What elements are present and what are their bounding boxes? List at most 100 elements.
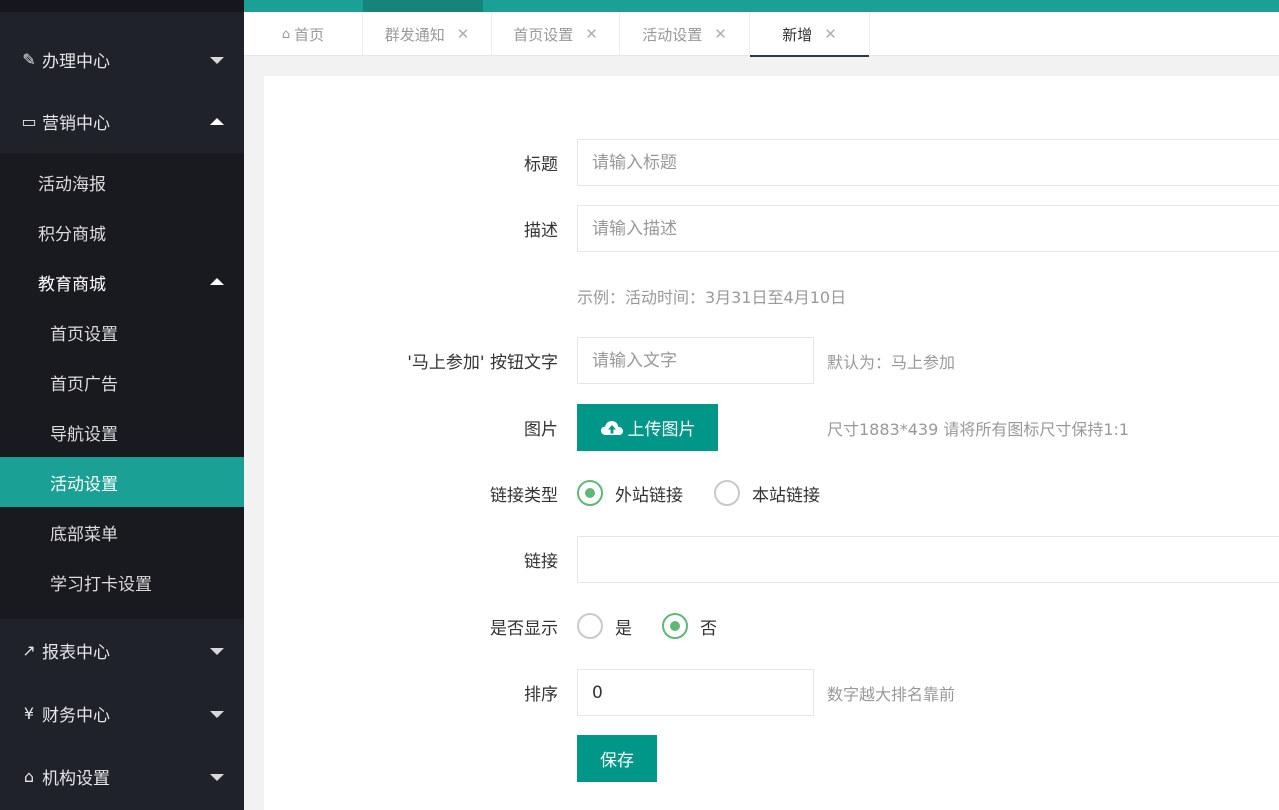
sidebar-group-reports[interactable]: ↗ 报表中心 [0,619,244,682]
sidebar-leaf-nav-settings[interactable]: 导航设置 [0,407,244,457]
form-panel: 标题 描述 示例：活动时间：3月31日至4月10日 '马上参加' 按钮文字 默认… [264,76,1279,810]
top-accent-segment [363,0,483,12]
caret-down-icon [210,710,224,718]
sidebar-item-label: 活动海报 [38,174,106,195]
tab-add-new[interactable]: 新增 ✕ [750,12,870,57]
form-row-show: 是否显示 是 否 [264,611,1279,641]
sort-hint: 数字越大排名靠前 [827,684,956,704]
sidebar-group-finance[interactable]: ¥ 财务中心 [0,682,244,745]
form-row-button-text: '马上参加' 按钮文字 默认为：马上参加 [264,337,1279,384]
form-row-title: 标题 [264,139,1279,186]
radio-checked-icon [662,613,688,639]
title-label: 标题 [524,155,558,175]
radio-unchecked-icon [714,480,740,506]
link-label: 链接 [524,552,558,572]
form-row-desc-example: 示例：活动时间：3月31日至4月10日 [264,281,1279,311]
button-text-hint: 默认为：马上参加 [827,352,956,372]
sidebar-leaf-label: 首页广告 [50,374,118,395]
radio-checked-icon [577,480,603,506]
upload-image-button[interactable]: 上传图片 [577,404,718,451]
radio-external-link[interactable]: 外站链接 [577,480,683,506]
form-row-save: 保存 [264,735,1279,782]
tab-mass-notice[interactable]: 群发通知 ✕ [363,12,492,56]
desc-label: 描述 [524,221,558,241]
link-type-label: 链接类型 [490,485,558,506]
sidebar-leaf-label: 学习打卡设置 [50,574,152,595]
caret-down-icon [210,773,224,781]
sidebar-leaf-label: 活动设置 [50,474,118,495]
tab-bar: ⌂ 首页 群发通知 ✕ 首页设置 ✕ 活动设置 ✕ 新增 ✕ [244,12,1279,57]
caret-up-icon [210,278,224,285]
cloud-upload-icon [600,420,623,435]
sort-input[interactable] [577,669,814,716]
tab-label: 新增 [782,25,813,44]
caret-down-icon [210,56,224,64]
tab-label: 首页设置 [513,25,574,44]
tab-home-settings[interactable]: 首页设置 ✕ [492,12,620,56]
close-icon[interactable]: ✕ [714,25,727,43]
sidebar-leaf-home-settings[interactable]: 首页设置 [0,307,244,357]
form-row-image: 图片 上传图片 尺寸1883*439 请将所有图标尺寸保持1:1 [264,404,1279,451]
tab-label: 首页 [294,25,325,44]
form-row-link-type: 链接类型 外站链接 本站链接 [264,478,1279,508]
button-text-input[interactable] [577,337,814,384]
sidebar: ✎ 办理中心 ▭ 营销中心 活动海报 积分商城 教育商城 首页设置 首页广告 导… [0,0,244,810]
upload-image-label: 上传图片 [627,420,696,440]
sidebar-group-marketing[interactable]: ▭ 营销中心 [0,90,244,153]
save-button[interactable]: 保存 [577,735,657,782]
radio-internal-link[interactable]: 本站链接 [714,480,820,506]
laptop-icon: ▭ [21,112,37,131]
radio-show-yes[interactable]: 是 [577,613,632,639]
title-input[interactable] [577,139,1279,186]
sidebar-leaf-home-ads[interactable]: 首页广告 [0,357,244,407]
sidebar-leaf-activity-settings[interactable]: 活动设置 [0,457,244,507]
sidebar-item-points-mall[interactable]: 积分商城 [0,207,244,257]
close-icon[interactable]: ✕ [457,25,470,43]
sidebar-group-institution[interactable]: ⌂ 机构设置 [0,745,244,808]
show-label: 是否显示 [490,618,558,639]
radio-show-no[interactable]: 否 [662,613,717,639]
sidebar-item-education-mall[interactable]: 教育商城 [0,257,244,307]
sidebar-group-label: 营销中心 [42,114,110,134]
image-label: 图片 [524,420,558,440]
form-row-desc: 描述 [264,205,1279,252]
caret-down-icon [210,647,224,655]
chart-line-icon: ↗ [22,641,36,660]
radio-label: 否 [700,618,717,639]
form-row-link: 链接 [264,536,1279,583]
sidebar-leaf-bottom-menu[interactable]: 底部菜单 [0,507,244,557]
close-icon[interactable]: ✕ [585,25,598,43]
close-icon[interactable]: ✕ [824,25,837,43]
sidebar-item-poster[interactable]: 活动海报 [0,157,244,207]
link-input[interactable] [577,536,1279,583]
sidebar-leaf-label: 底部菜单 [50,524,118,545]
radio-label: 外站链接 [615,485,683,506]
tab-label: 活动设置 [642,25,703,44]
sidebar-item-label: 教育商城 [38,274,106,295]
tab-activity-settings[interactable]: 活动设置 ✕ [620,12,750,56]
sidebar-group-label: 报表中心 [42,643,110,663]
sidebar-leaf-checkin-settings[interactable]: 学习打卡设置 [0,557,244,607]
sidebar-header [0,0,244,12]
sidebar-item-label: 积分商城 [38,224,106,245]
tab-label: 群发通知 [384,25,445,44]
home-icon: ⌂ [281,26,291,42]
top-accent-bar [244,0,1279,12]
radio-label: 是 [615,618,632,639]
sidebar-leaf-label: 导航设置 [50,424,118,445]
desc-example-text: 示例：活动时间：3月31日至4月10日 [577,288,847,307]
yen-icon: ¥ [23,704,35,723]
radio-unchecked-icon [577,613,603,639]
sidebar-submenu-marketing: 活动海报 积分商城 教育商城 首页设置 首页广告 导航设置 活动设置 底部菜单 … [0,153,244,619]
sidebar-group-label: 财务中心 [42,706,110,726]
edit-icon: ✎ [22,50,36,69]
tab-home[interactable]: ⌂ 首页 [244,12,363,56]
sidebar-group-office[interactable]: ✎ 办理中心 [0,29,244,90]
button-text-label: '马上参加' 按钮文字 [407,353,558,373]
sort-label: 排序 [524,685,558,705]
form-row-sort: 排序 数字越大排名靠前 [264,669,1279,716]
sidebar-leaf-label: 首页设置 [50,324,118,345]
caret-up-icon [210,117,224,125]
image-size-hint: 尺寸1883*439 请将所有图标尺寸保持1:1 [827,419,1130,439]
desc-input[interactable] [577,205,1279,252]
